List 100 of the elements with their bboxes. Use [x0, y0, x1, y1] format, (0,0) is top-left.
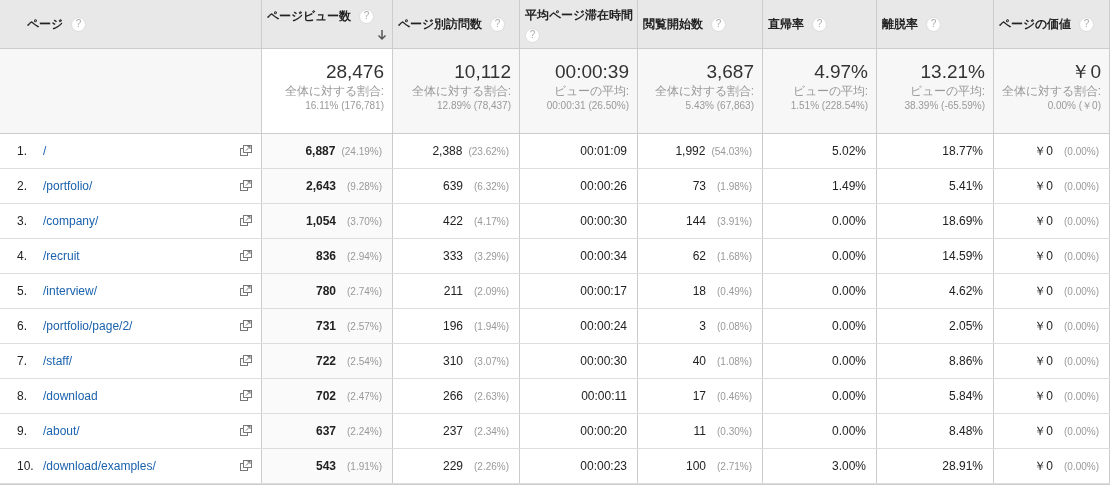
share-text: (1.94%): [473, 319, 509, 334]
row-rank: 7.: [17, 353, 28, 370]
share-text: (2.24%): [346, 424, 382, 439]
column-header[interactable]: 平均ページ滞在時間: [525, 5, 633, 24]
table-cell-text: 1,992: [675, 143, 706, 160]
table-cell-text: ￥0: [1034, 178, 1053, 195]
column-header[interactable]: 離脱率: [882, 15, 918, 33]
share-text: (2.63%): [473, 389, 509, 404]
total-value: 28,476: [325, 60, 384, 84]
total-value: 3,687: [706, 60, 754, 84]
table-cell-text: 18.77%: [942, 143, 983, 160]
page-link[interactable]: /download: [43, 387, 98, 405]
total-detail: 5.43% (67,863): [685, 99, 754, 113]
popout-icon[interactable]: [240, 145, 252, 157]
page-link[interactable]: /staff/: [43, 352, 73, 370]
column-header[interactable]: ページの価値: [999, 15, 1071, 33]
share-text: (24.19%): [341, 144, 382, 159]
popout-icon[interactable]: [240, 355, 252, 367]
table-cell-text: 731: [315, 318, 336, 335]
table-cell-text: 5.02%: [831, 143, 866, 160]
row-rank: 5.: [17, 283, 28, 300]
popout-icon[interactable]: [240, 180, 252, 192]
table-cell-text: 00:00:30: [580, 353, 627, 370]
total-value: ￥0: [1071, 60, 1101, 84]
share-text: (6.32%): [473, 179, 509, 194]
share-text: (0.00%): [1063, 319, 1099, 334]
table-cell-text: 0.00%: [831, 283, 866, 300]
column-header[interactable]: ページビュー数: [267, 7, 351, 25]
share-text: (1.68%): [716, 249, 752, 264]
share-text: (0.08%): [716, 319, 752, 334]
table-cell-text: 00:00:20: [580, 423, 627, 440]
table-cell-text: 11: [693, 423, 706, 440]
table-cell-text: 196: [442, 318, 463, 335]
page-link[interactable]: /interview/: [43, 282, 98, 300]
popout-icon[interactable]: [240, 285, 252, 297]
share-text: (2.74%): [346, 284, 382, 299]
popout-icon[interactable]: [240, 460, 252, 472]
popout-icon[interactable]: [240, 320, 252, 332]
total-detail: 1.51% (228.54%): [790, 99, 868, 113]
total-value: 13.21%: [920, 60, 985, 84]
share-text: (2.47%): [346, 389, 382, 404]
share-text: (9.28%): [346, 179, 382, 194]
column-header[interactable]: 閲覧開始数: [643, 15, 703, 33]
table-cell-text: 543: [315, 458, 336, 475]
total-detail: 12.89% (78,437): [437, 99, 511, 113]
popout-icon[interactable]: [240, 425, 252, 437]
table-cell-text: 0.00%: [831, 353, 866, 370]
table-cell-text: 4.62%: [948, 283, 983, 300]
total-detail: 0.00% (￥0): [1047, 99, 1101, 113]
table-cell-text: 0.00%: [831, 248, 866, 265]
page-link[interactable]: /download/examples/: [43, 457, 156, 475]
share-text: (2.09%): [473, 284, 509, 299]
column-header[interactable]: ページ別訪問数: [398, 15, 482, 33]
table-cell-text: 637: [315, 423, 336, 440]
total-caption: ビューの平均:: [553, 84, 629, 99]
share-text: (0.00%): [1063, 284, 1099, 299]
share-text: (1.08%): [716, 354, 752, 369]
table-cell-text: 3: [699, 318, 706, 335]
page-link[interactable]: /about/: [43, 422, 80, 440]
popout-icon[interactable]: [240, 250, 252, 262]
page-link[interactable]: /portfolio/page/2/: [43, 317, 133, 335]
share-text: (0.00%): [1063, 144, 1099, 159]
share-text: (3.70%): [346, 214, 382, 229]
share-text: (2.34%): [473, 424, 509, 439]
table-cell-text: ￥0: [1034, 388, 1053, 405]
popout-icon[interactable]: [240, 215, 252, 227]
share-text: (3.29%): [473, 249, 509, 264]
table-cell-text: 2,643: [305, 178, 336, 195]
page-link[interactable]: /recruit: [43, 247, 80, 265]
share-text: (23.62%): [468, 144, 509, 159]
share-text: (2.54%): [346, 354, 382, 369]
share-text: (0.30%): [716, 424, 752, 439]
total-detail: 38.39% (-65.59%): [904, 99, 985, 113]
sort-arrow-icon[interactable]: [377, 29, 387, 41]
popout-icon[interactable]: [240, 390, 252, 402]
table-cell-text: 836: [315, 248, 336, 265]
column-header[interactable]: 直帰率: [768, 15, 804, 33]
table-cell-text: 6,887: [305, 143, 336, 160]
page-link[interactable]: /company/: [43, 212, 99, 230]
share-text: (0.00%): [1063, 354, 1099, 369]
table-cell-text: 00:00:17: [580, 283, 627, 300]
table-cell-text: 722: [315, 353, 336, 370]
table-cell-text: 00:00:11: [581, 388, 627, 405]
table-cell-text: 422: [442, 213, 463, 230]
total-caption: 全体に対する割合:: [411, 84, 511, 99]
table-cell-text: ￥0: [1034, 143, 1053, 160]
table-cell-text: 144: [685, 213, 706, 230]
page-link[interactable]: /: [43, 142, 47, 160]
column-header[interactable]: ページ: [27, 15, 63, 33]
table-cell-text: 28.91%: [942, 458, 983, 475]
share-text: (3.91%): [716, 214, 752, 229]
table-cell-text: 780: [315, 283, 336, 300]
total-value: 00:00:39: [555, 60, 629, 84]
page-link[interactable]: /portfolio/: [43, 177, 93, 195]
table-cell-text: 17: [692, 388, 706, 405]
total-caption: 全体に対する割合:: [654, 84, 754, 99]
table-cell-text: 1,054: [305, 213, 336, 230]
table-cell-text: 237: [442, 423, 463, 440]
table-cell-text: 18: [692, 283, 706, 300]
share-text: (0.49%): [716, 284, 752, 299]
